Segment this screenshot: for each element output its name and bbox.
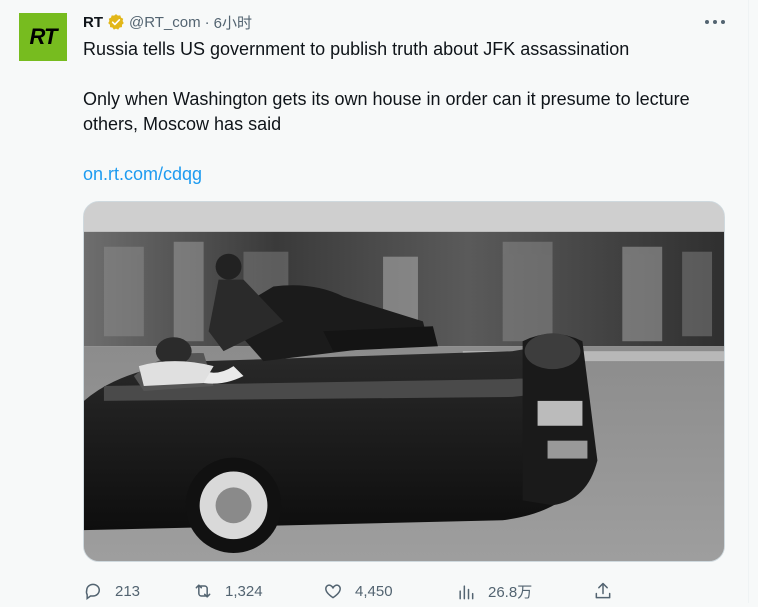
tweet[interactable]: RT RT @RT_com · 6小时 Russia tells US gove… bbox=[0, 0, 748, 603]
photo-motorcade-icon bbox=[84, 202, 724, 561]
views-button[interactable]: 26.8万 bbox=[456, 581, 532, 602]
like-button[interactable]: 4,450 bbox=[323, 581, 393, 601]
separator-dot: · bbox=[204, 13, 210, 31]
retweet-count: 1,324 bbox=[225, 582, 263, 600]
reply-icon bbox=[85, 583, 100, 600]
tweet-text: Russia tells US government to publish tr… bbox=[83, 37, 713, 187]
avatar[interactable]: RT bbox=[19, 13, 67, 61]
author-handle[interactable]: @RT_com bbox=[129, 14, 201, 31]
verified-badge-icon bbox=[108, 14, 124, 30]
retweet-icon bbox=[195, 584, 211, 598]
tweet-time[interactable]: 6小时 bbox=[214, 12, 252, 33]
views-bar-chart-icon bbox=[459, 584, 474, 599]
share-icon bbox=[595, 582, 611, 599]
author-name[interactable]: RT bbox=[83, 14, 103, 31]
tweet-header: RT @RT_com · 6小时 bbox=[83, 12, 252, 32]
reply-count: 213 bbox=[115, 582, 141, 600]
tweet-body: Only when Washington gets its own house … bbox=[83, 89, 690, 134]
retweet-button[interactable]: 1,324 bbox=[193, 581, 263, 601]
avatar-logo-text: RT bbox=[29, 24, 58, 49]
tweet-photo[interactable] bbox=[83, 201, 725, 562]
column-divider bbox=[748, 0, 749, 603]
reply-button[interactable]: 213 bbox=[83, 581, 140, 601]
tweet-link[interactable]: on.rt.com/cdqg bbox=[83, 164, 202, 184]
ellipsis-icon bbox=[705, 20, 725, 24]
heart-icon bbox=[325, 584, 341, 599]
share-button[interactable] bbox=[593, 581, 613, 601]
like-count: 4,450 bbox=[355, 582, 393, 600]
views-count: 26.8万 bbox=[488, 584, 533, 601]
more-options-button[interactable] bbox=[700, 12, 730, 32]
tweet-headline: Russia tells US government to publish tr… bbox=[83, 39, 630, 59]
